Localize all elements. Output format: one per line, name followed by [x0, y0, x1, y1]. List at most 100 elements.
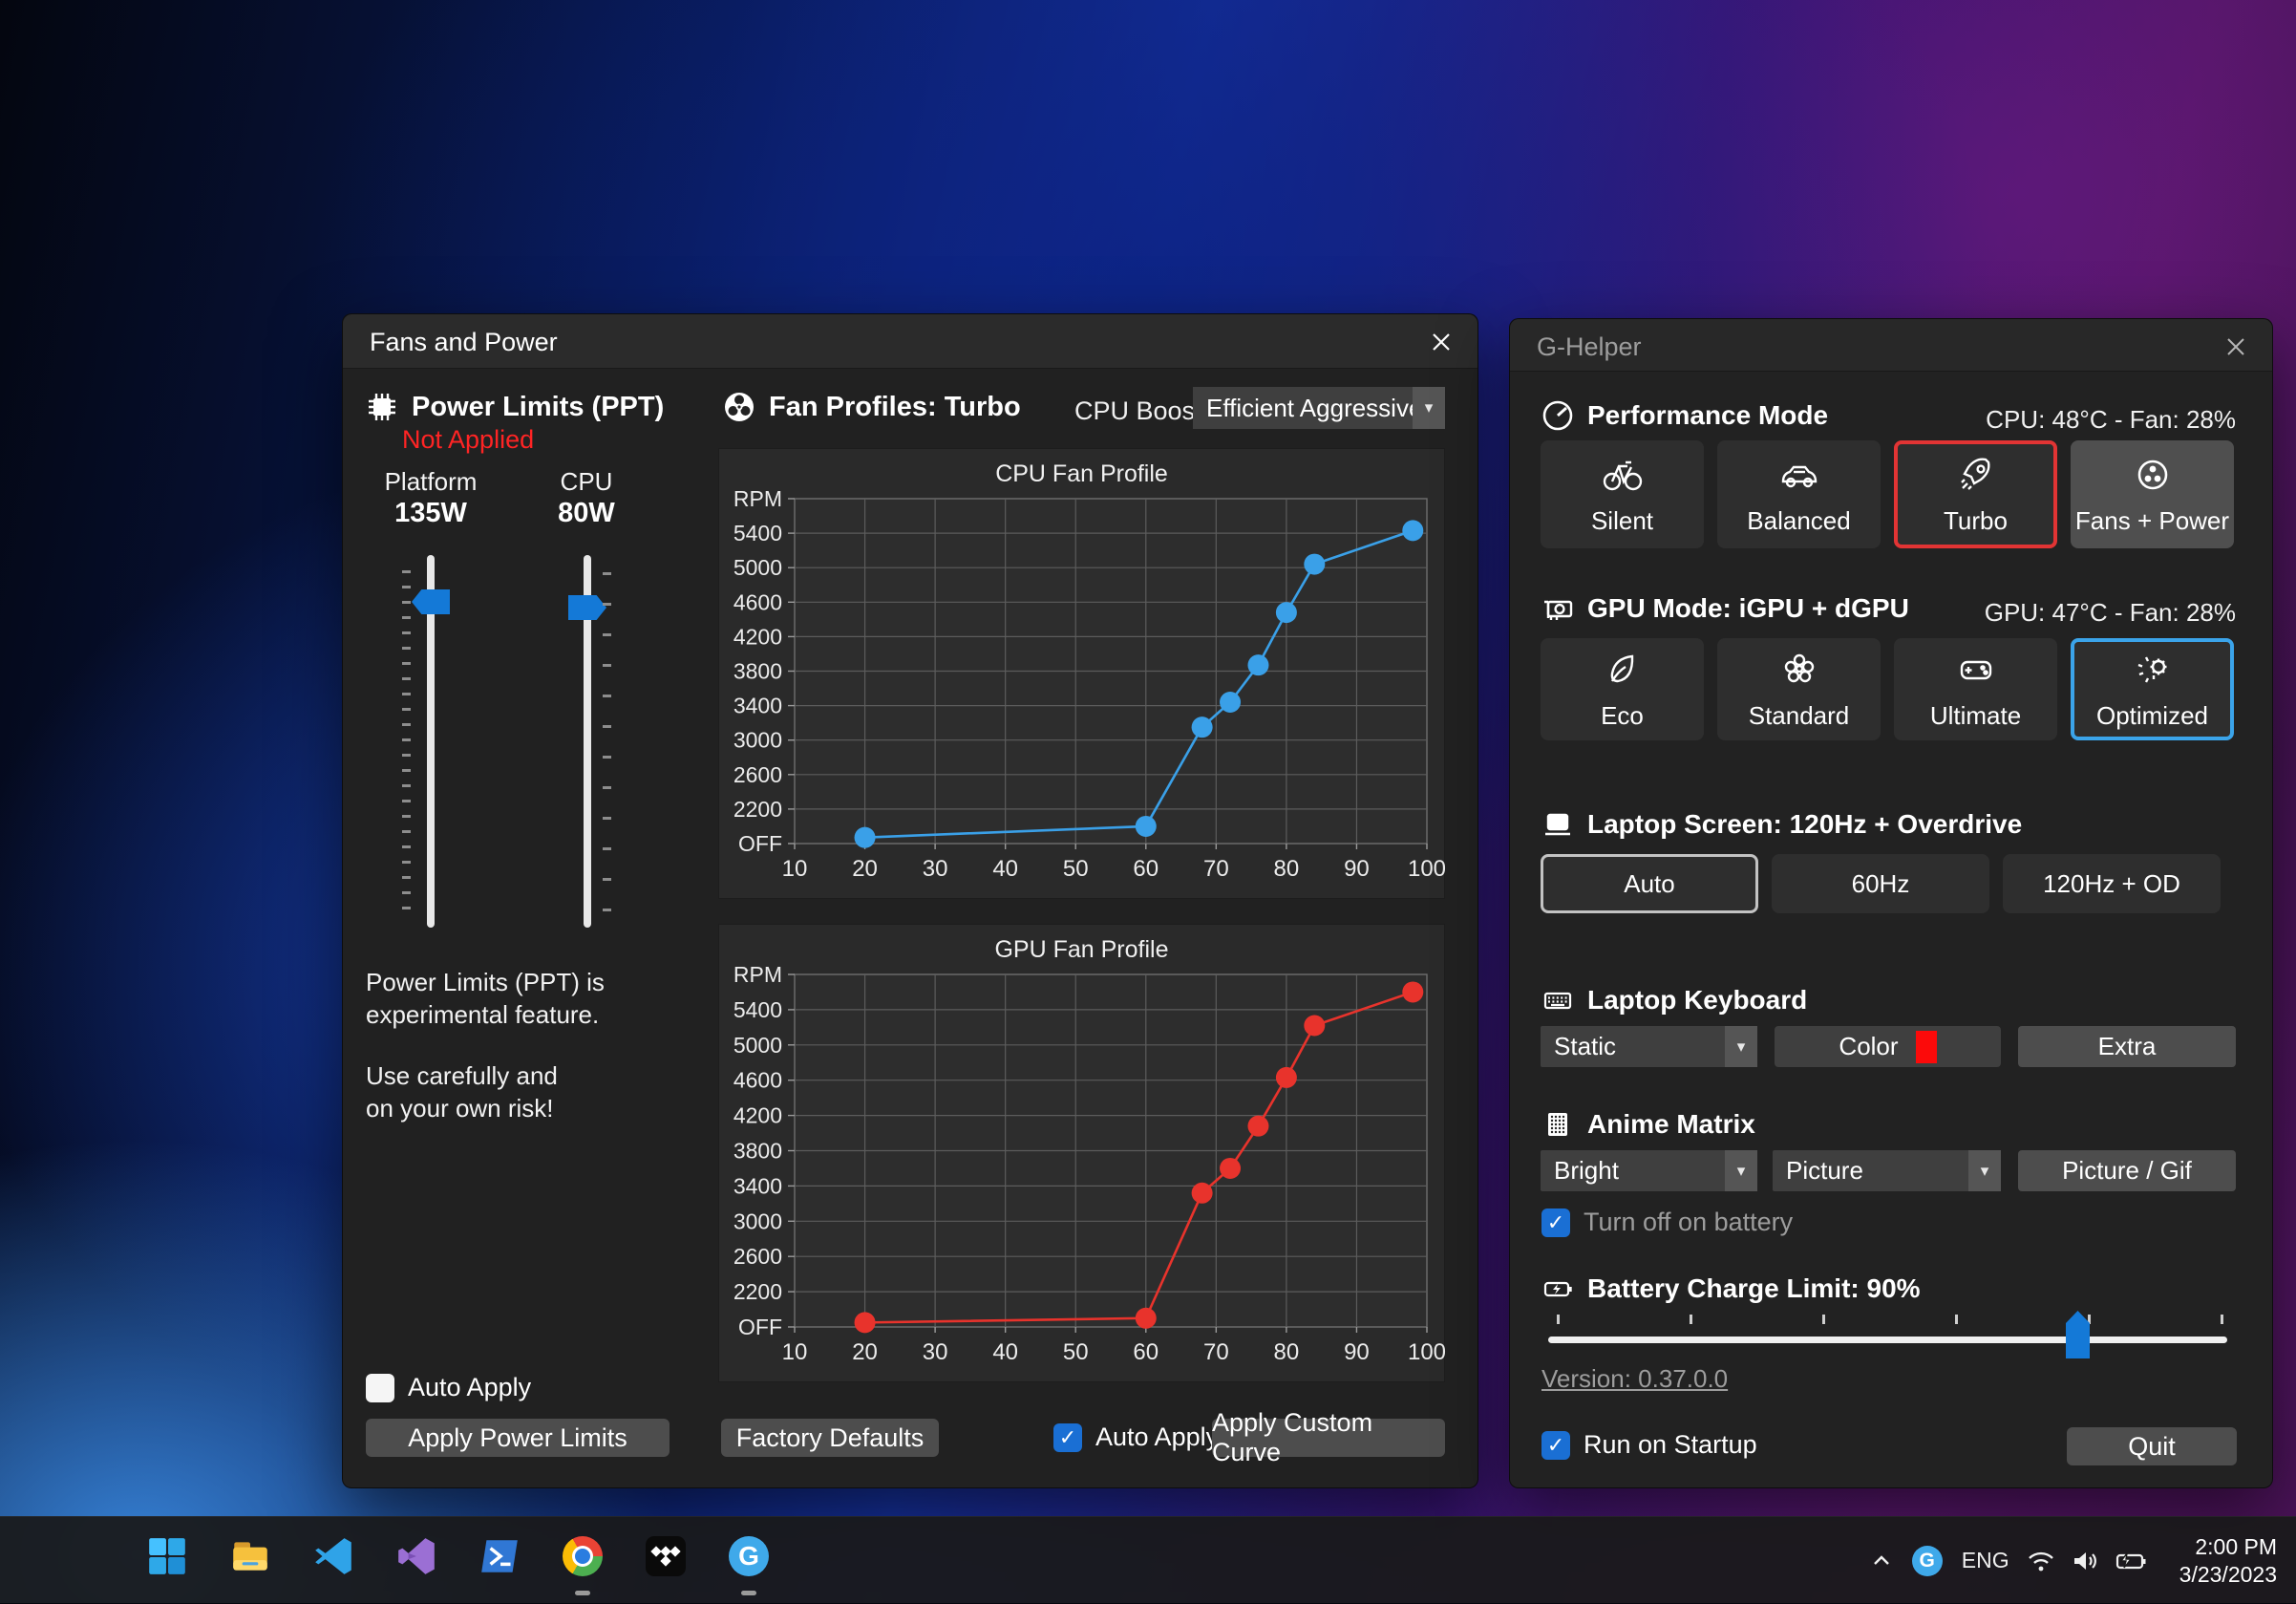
power-auto-apply-checkbox[interactable]: [366, 1374, 394, 1402]
matrix-battery-row: ✓ Turn off on battery: [1541, 1208, 1793, 1237]
svg-text:40: 40: [992, 856, 1018, 882]
standard-mode-button[interactable]: Standard: [1717, 638, 1881, 740]
color-swatch: [1916, 1031, 1937, 1063]
screen-60hz-button[interactable]: 60Hz: [1772, 854, 1989, 913]
fan-circle-icon: [2131, 453, 2175, 497]
cpu-boost-label: CPU Boost: [1074, 396, 1202, 426]
svg-text:4600: 4600: [733, 1068, 782, 1093]
svg-text:70: 70: [1203, 1339, 1229, 1365]
run-on-startup-label: Run on Startup: [1584, 1430, 1757, 1460]
keyboard-extra-button[interactable]: Extra: [2018, 1026, 2236, 1067]
screen-mode-buttons: Auto 60Hz 120Hz + OD: [1541, 854, 2234, 913]
svg-text:20: 20: [852, 1339, 878, 1365]
windows-logo-icon: [145, 1534, 189, 1578]
matrix-brightness-dropdown[interactable]: Bright ▾: [1541, 1150, 1757, 1191]
fans-power-button[interactable]: Fans + Power: [2071, 440, 2234, 548]
platform-slider-thumb[interactable]: [412, 589, 450, 614]
powershell-icon[interactable]: [478, 1534, 521, 1578]
flower-icon: [1777, 648, 1821, 692]
chevron-down-icon[interactable]: ▾: [1968, 1150, 2001, 1191]
svg-text:100: 100: [1408, 856, 1446, 882]
optimized-mode-button[interactable]: Optimized: [2071, 638, 2234, 740]
ultimate-mode-button[interactable]: Ultimate: [1894, 638, 2057, 740]
cpu-power-slider[interactable]: [584, 555, 591, 928]
eco-mode-button[interactable]: Eco: [1541, 638, 1704, 740]
fans-titlebar[interactable]: Fans and Power: [343, 314, 1478, 369]
g-helper-window: G-Helper Performance Mode CPU: 48°C - Fa…: [1509, 318, 2273, 1488]
apply-power-limits-button[interactable]: Apply Power Limits: [366, 1419, 670, 1457]
cpu-value: 80W: [520, 498, 653, 529]
close-icon[interactable]: [1426, 327, 1456, 357]
svg-text:OFF: OFF: [738, 1315, 782, 1339]
ghelper-titlebar[interactable]: G-Helper: [1510, 319, 2272, 372]
experimental-note: Power Limits (PPT) is experimental featu…: [366, 966, 605, 1124]
gpu-fan-chart-panel[interactable]: RPM540050004600420038003400300026002200O…: [718, 924, 1445, 1382]
tidal-icon[interactable]: [644, 1534, 688, 1578]
g-helper-tray-icon[interactable]: G: [1903, 1546, 1952, 1576]
visual-studio-icon[interactable]: [394, 1534, 438, 1578]
picture-gif-button[interactable]: Picture / Gif: [2018, 1150, 2236, 1191]
g-helper-taskbar-icon[interactable]: G: [727, 1534, 771, 1578]
chevron-down-icon[interactable]: ▾: [1413, 387, 1445, 429]
gpu-card-icon: [1541, 592, 1574, 625]
run-on-startup-checkbox[interactable]: ✓: [1541, 1431, 1570, 1460]
tray-chevron-up-icon[interactable]: [1860, 1549, 1903, 1573]
battery-limit-slider[interactable]: [1548, 1337, 2227, 1343]
turn-off-on-battery-checkbox[interactable]: ✓: [1541, 1208, 1570, 1237]
cpu-boost-dropdown[interactable]: Efficient Aggressive ▾: [1193, 387, 1445, 429]
svg-text:RPM: RPM: [733, 486, 782, 511]
version-link[interactable]: Version: 0.37.0.0: [1541, 1364, 1728, 1394]
svg-text:70: 70: [1203, 856, 1229, 882]
volume-icon[interactable]: [2063, 1546, 2107, 1576]
svg-text:60: 60: [1133, 856, 1159, 882]
gpu-fan-chart[interactable]: RPM540050004600420038003400300026002200O…: [719, 925, 1446, 1383]
turbo-mode-button[interactable]: Turbo: [1894, 440, 2057, 548]
file-explorer-icon[interactable]: [228, 1534, 272, 1578]
keyboard-icon: [1541, 984, 1574, 1016]
cpu-fan-chart-panel[interactable]: RPM540050004600420038003400300026002200O…: [718, 448, 1445, 899]
close-icon[interactable]: [2221, 331, 2251, 362]
gpu-temp-fan-status: GPU: 47°C - Fan: 28%: [1985, 598, 2236, 628]
battery-slider-thumb[interactable]: [2066, 1311, 2090, 1358]
matrix-icon: [1541, 1108, 1574, 1141]
anime-matrix-heading: Anime Matrix: [1541, 1108, 1755, 1141]
chrome-icon[interactable]: [561, 1534, 605, 1578]
matrix-mode-value: Picture: [1773, 1156, 1968, 1186]
laptop-screen-icon: [1541, 808, 1574, 841]
svg-text:100: 100: [1408, 1339, 1446, 1365]
battery-tray-icon[interactable]: [2107, 1546, 2155, 1576]
svg-text:RPM: RPM: [733, 962, 782, 987]
keyboard-mode-dropdown[interactable]: Static ▾: [1541, 1026, 1757, 1067]
svg-text:90: 90: [1344, 856, 1370, 882]
curve-auto-apply-checkbox[interactable]: ✓: [1053, 1423, 1082, 1452]
wifi-icon[interactable]: [2019, 1546, 2063, 1576]
clock[interactable]: 2:00 PM 3/23/2023: [2179, 1533, 2277, 1589]
balanced-mode-button[interactable]: Balanced: [1717, 440, 1881, 548]
svg-text:30: 30: [923, 1339, 948, 1365]
apply-custom-curve-button[interactable]: Apply Custom Curve: [1212, 1419, 1445, 1457]
svg-text:2600: 2600: [733, 1244, 782, 1269]
matrix-mode-dropdown[interactable]: Picture ▾: [1773, 1150, 2001, 1191]
screen-auto-button[interactable]: Auto: [1541, 854, 1758, 913]
performance-mode-buttons: Silent Balanced Turbo: [1541, 440, 2234, 548]
cpu-fan-chart[interactable]: RPM540050004600420038003400300026002200O…: [719, 449, 1446, 900]
svg-text:90: 90: [1344, 1339, 1370, 1365]
svg-text:3800: 3800: [733, 1139, 782, 1164]
silent-mode-button[interactable]: Silent: [1541, 440, 1704, 548]
chevron-down-icon[interactable]: ▾: [1725, 1150, 1757, 1191]
fans-window-title: Fans and Power: [370, 328, 558, 357]
chevron-down-icon[interactable]: ▾: [1725, 1026, 1757, 1067]
leaf-icon: [1601, 648, 1645, 692]
factory-defaults-button[interactable]: Factory Defaults: [721, 1419, 939, 1457]
fan-icon: [723, 391, 755, 423]
platform-power-slider[interactable]: [427, 555, 435, 928]
start-button[interactable]: [145, 1534, 189, 1578]
cpu-slider-thumb[interactable]: [568, 595, 606, 620]
keyboard-color-button[interactable]: Color: [1775, 1026, 2001, 1067]
language-indicator[interactable]: ENG: [1952, 1548, 2019, 1573]
screen-120hz-od-button[interactable]: 120Hz + OD: [2003, 854, 2221, 913]
svg-text:5000: 5000: [733, 555, 782, 580]
cpu-label: CPU: [520, 467, 653, 497]
vscode-icon[interactable]: [311, 1534, 355, 1578]
quit-button[interactable]: Quit: [2067, 1427, 2237, 1465]
